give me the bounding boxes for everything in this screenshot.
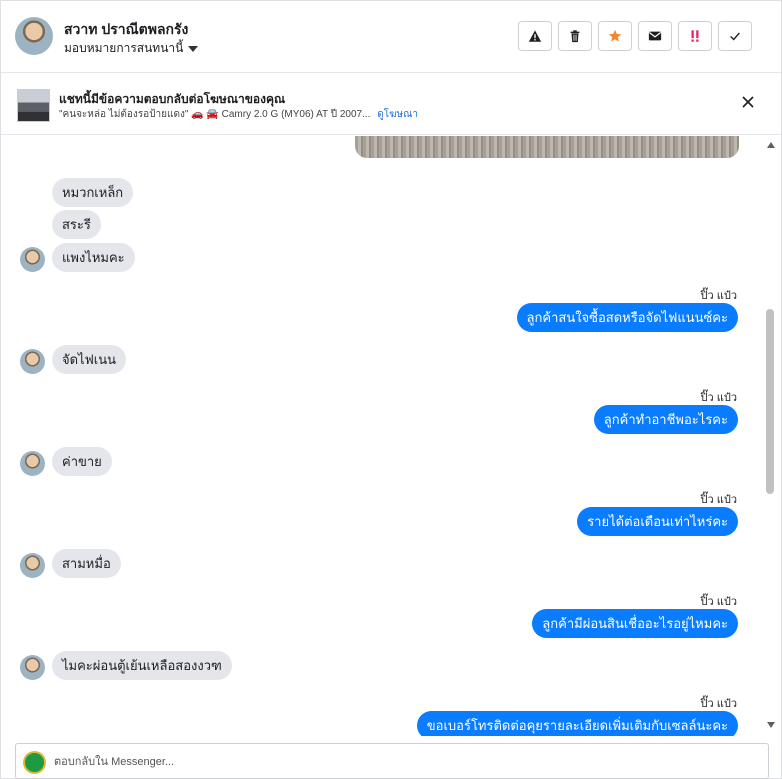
star-button[interactable] bbox=[598, 21, 632, 51]
contact-name[interactable]: สวาท ปราณีตพลกรัง bbox=[64, 19, 188, 41]
priority-icon bbox=[691, 30, 699, 42]
assign-label: มอบหมายการสนทนานี้ bbox=[64, 41, 184, 55]
contact-avatar-small bbox=[20, 451, 45, 476]
incoming-message[interactable]: จัดไฟเนน bbox=[52, 345, 127, 374]
reply-composer bbox=[15, 743, 769, 779]
outgoing-message[interactable]: ลูกค้าสนใจซื้อสดหรือจัดไฟแนนซ์คะ bbox=[516, 303, 738, 332]
scroll-up-arrow-icon[interactable] bbox=[767, 142, 775, 148]
image-attachment[interactable] bbox=[355, 136, 739, 158]
contact-avatar-small bbox=[20, 553, 45, 578]
sender-label: ปิ๊ว แป๋ว bbox=[700, 698, 737, 710]
close-icon[interactable] bbox=[741, 95, 755, 109]
sender-label: ปิ๊ว แป๋ว bbox=[700, 392, 737, 404]
trash-icon bbox=[570, 30, 580, 43]
warning-icon bbox=[528, 30, 542, 42]
message-thread[interactable]: หมวกเหล็ก สระรี แพงไหมคะ ปิ๊ว แป๋ว ลูกค้… bbox=[1, 136, 781, 736]
outgoing-message[interactable]: ลูกค้ามีผ่อนสินเชื่ออะไรอยู่ไหมคะ bbox=[532, 609, 738, 638]
contact-avatar-small bbox=[20, 349, 45, 374]
incoming-message[interactable]: ไมคะผ่อนตู้เย้นเหลือสองงวฑ bbox=[52, 651, 232, 680]
delete-button[interactable] bbox=[558, 21, 592, 51]
incoming-message[interactable]: ค่าขาย bbox=[52, 447, 112, 476]
outgoing-message[interactable]: ขอเบอร์โทรติดต่อคุยรายละเอียดเพิ่มเติมกั… bbox=[416, 711, 738, 736]
conversation-header: สวาท ปราณีตพลกรัง มอบหมายการสนทนานี้ bbox=[1, 1, 781, 73]
scroll-down-arrow-icon[interactable] bbox=[767, 722, 775, 728]
check-icon bbox=[730, 32, 740, 41]
view-ad-link[interactable]: ดูโฆษณา bbox=[377, 109, 418, 120]
assign-conversation-dropdown[interactable]: มอบหมายการสนทนานี้ bbox=[64, 39, 199, 58]
header-actions bbox=[518, 21, 752, 51]
page-avatar bbox=[23, 751, 46, 774]
mail-icon bbox=[648, 31, 662, 41]
incoming-message[interactable]: สระรี bbox=[52, 210, 101, 239]
incoming-message[interactable]: แพงไหมคะ bbox=[52, 243, 135, 272]
contact-avatar[interactable] bbox=[15, 17, 53, 55]
sender-label: ปิ๊ว แป๋ว bbox=[700, 494, 737, 506]
incoming-message[interactable]: สามหมื่อ bbox=[52, 549, 121, 578]
ad-reply-banner: แชทนี้มีข้อความตอบกลับต่อโฆษณาของคุณ "คน… bbox=[1, 73, 781, 135]
sender-label: ปิ๊ว แป๋ว bbox=[700, 596, 737, 608]
priority-button[interactable] bbox=[678, 21, 712, 51]
contact-avatar-small bbox=[20, 247, 45, 272]
chevron-down-icon bbox=[188, 45, 199, 52]
outgoing-message[interactable]: รายได้ต่อเดือนเท่าไหร่คะ bbox=[577, 507, 738, 536]
ad-description: "คนจะหล่อ ไม่ต้องรอป้ายแดง" 🚗 🚘 Camry 2.… bbox=[59, 109, 371, 120]
mark-done-button[interactable] bbox=[718, 21, 752, 51]
star-icon bbox=[608, 29, 622, 42]
incoming-message[interactable]: หมวกเหล็ก bbox=[52, 178, 134, 207]
ad-thumbnail[interactable] bbox=[17, 89, 50, 122]
sender-label: ปิ๊ว แป๋ว bbox=[700, 290, 737, 302]
ad-banner-subtitle: "คนจะหล่อ ไม่ต้องรอป้ายแดง" 🚗 🚘 Camry 2.… bbox=[59, 107, 418, 122]
contact-avatar-small bbox=[20, 655, 45, 680]
mark-unread-button[interactable] bbox=[638, 21, 672, 51]
reply-input[interactable] bbox=[54, 750, 754, 774]
outgoing-message[interactable]: ลูกค้าทำอาชีพอะไรคะ bbox=[593, 405, 738, 434]
mark-spam-button[interactable] bbox=[518, 21, 552, 51]
scrollbar-thumb[interactable] bbox=[766, 309, 774, 494]
conversation-panel: สวาท ปราณีตพลกรัง มอบหมายการสนทนานี้ แชท… bbox=[0, 0, 782, 779]
